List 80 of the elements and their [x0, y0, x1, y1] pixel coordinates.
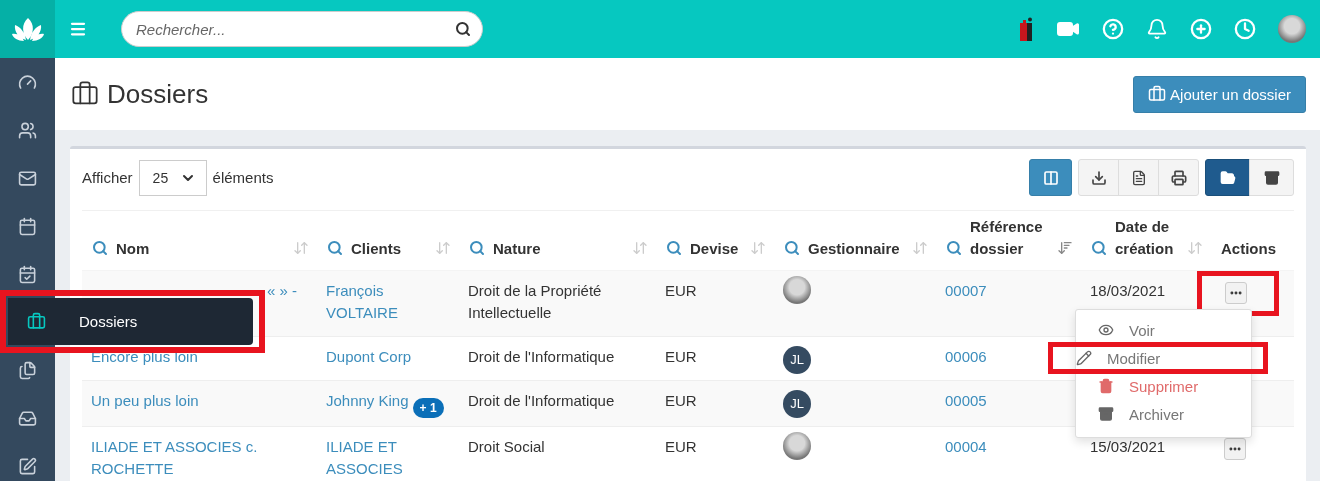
table-cell-text: 18/03/2021 — [1090, 281, 1166, 301]
table-cell-text: EUR — [665, 391, 697, 411]
menu-item[interactable]: Archiver — [1076, 403, 1251, 425]
plus-circle-icon[interactable] — [1190, 18, 1212, 40]
mail-icon[interactable] — [18, 168, 37, 188]
client-link[interactable]: Dupont Corp — [326, 346, 412, 368]
column-header[interactable]: Clients — [351, 238, 427, 260]
download-button[interactable] — [1078, 159, 1119, 196]
column-header[interactable]: Actions — [1221, 238, 1285, 260]
table-cell-text: EUR — [665, 281, 697, 301]
sort-descending-icon[interactable] — [1057, 240, 1073, 256]
archive-icon — [1098, 406, 1114, 422]
archive-icon — [1263, 169, 1280, 186]
table-cell-text: Droit de l'Informatique — [468, 347, 615, 367]
open-folders-button[interactable] — [1205, 159, 1250, 196]
column-header[interactable]: Référence dossier — [970, 216, 1049, 260]
manager-avatar: JL — [783, 390, 811, 418]
add-folder-button[interactable]: Ajouter un dossier — [1133, 75, 1306, 113]
folder-icon — [1219, 169, 1236, 186]
calendar-icon[interactable] — [18, 216, 37, 236]
more-actions-button[interactable] — [1224, 438, 1246, 460]
search-icon[interactable] — [455, 21, 471, 37]
user-avatar[interactable] — [1278, 15, 1306, 43]
reference-link[interactable]: 00005 — [945, 390, 987, 412]
client-link[interactable]: François VOLTAIRE — [326, 280, 449, 324]
eye-icon — [1098, 322, 1114, 338]
document-icon — [1130, 169, 1147, 186]
pencil-icon — [1076, 350, 1092, 366]
reference-link[interactable]: 00004 — [945, 436, 987, 458]
menu-icon[interactable] — [69, 20, 87, 38]
column-header[interactable]: Nom — [116, 238, 285, 260]
page-size-select[interactable]: 25 — [138, 159, 207, 196]
column-header[interactable]: Date de création — [1115, 216, 1179, 260]
app-logo-icon[interactable] — [1020, 17, 1034, 41]
briefcase-icon — [1148, 85, 1167, 103]
clock-icon[interactable] — [1234, 18, 1256, 40]
archive-button[interactable] — [1249, 159, 1294, 196]
trash-icon — [1098, 378, 1114, 394]
client-link[interactable]: ILIADE ET ASSOCIES — [326, 436, 449, 480]
bell-icon[interactable] — [1146, 18, 1168, 40]
users-icon[interactable] — [18, 120, 37, 140]
entries-label: éléments — [212, 169, 274, 186]
count-badge: + 1 — [412, 398, 444, 418]
printer-icon — [1170, 169, 1187, 186]
column-header[interactable]: Nature — [493, 238, 624, 260]
column-header[interactable]: Gestionnaire — [808, 238, 904, 260]
table-cell-text: Droit de l'Informatique — [468, 391, 615, 411]
reference-link[interactable]: 00006 — [945, 346, 987, 368]
search-field[interactable]: Rechercher... — [121, 11, 483, 47]
menu-item[interactable]: Voir — [1076, 319, 1251, 341]
columns-button[interactable] — [1029, 159, 1072, 196]
inbox-icon[interactable] — [18, 408, 37, 428]
folder-name-link[interactable]: Un peu plus loin — [91, 390, 199, 412]
sidebar-flyout-item[interactable]: Dossiers — [8, 298, 253, 345]
more-actions-button[interactable] — [1225, 282, 1247, 304]
help-icon[interactable] — [1102, 18, 1124, 40]
gauge-icon[interactable] — [18, 72, 37, 92]
column-header[interactable]: Devise — [690, 238, 742, 260]
table-cell-text: EUR — [665, 437, 697, 457]
download-icon — [1090, 169, 1107, 186]
files-icon[interactable] — [18, 360, 37, 380]
show-label: Afficher — [82, 169, 133, 186]
columns-icon — [1042, 169, 1059, 186]
edit-icon[interactable] — [18, 456, 37, 476]
table-cell-text: EUR — [665, 347, 697, 367]
page-title: Dossiers — [71, 78, 209, 110]
folder-name-link[interactable]: « » - — [267, 280, 297, 302]
manager-avatar: JL — [783, 346, 811, 374]
print-button[interactable] — [1158, 159, 1199, 196]
pdf-button[interactable] — [1118, 159, 1159, 196]
calendar-check-icon[interactable] — [18, 264, 37, 284]
folder-name-link[interactable]: ILIADE ET ASSOCIES c. ROCHETTE — [91, 436, 307, 480]
menu-item[interactable]: Modifier — [1054, 347, 1263, 369]
table-cell-text: 15/03/2021 — [1090, 437, 1166, 457]
table-cell-text: Droit Social — [468, 437, 545, 457]
table-cell-text: Droit de la Propriété Intellectuelle — [468, 281, 603, 323]
client-link[interactable]: Johnny King — [326, 390, 409, 412]
logo-icon[interactable] — [11, 16, 44, 42]
menu-item[interactable]: Supprimer — [1076, 375, 1251, 397]
reference-link[interactable]: 00007 — [945, 280, 987, 302]
